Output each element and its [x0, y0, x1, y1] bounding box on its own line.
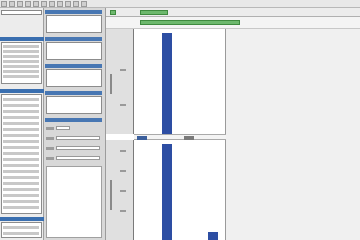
field-label: [46, 137, 54, 140]
chart-panel-bottom: [134, 140, 226, 240]
cut-icon[interactable]: [33, 1, 39, 7]
list-item[interactable]: [3, 170, 39, 173]
options-header: [45, 118, 102, 122]
list-item[interactable]: [3, 65, 39, 68]
list-item[interactable]: [3, 98, 39, 101]
list-item[interactable]: [3, 176, 39, 179]
bar-bottom-1: [162, 144, 172, 240]
bar-top-1: [162, 33, 172, 134]
y-axis-label: [110, 180, 112, 210]
field-label: [46, 127, 54, 130]
list-item[interactable]: [3, 152, 39, 155]
save-icon[interactable]: [17, 1, 23, 7]
x-axis-header: [45, 10, 102, 14]
list-item[interactable]: [3, 104, 39, 107]
variables-header: [0, 37, 44, 41]
y-tick-label: [120, 210, 126, 212]
list-item[interactable]: [3, 194, 39, 197]
options-panel: [44, 8, 106, 240]
notes-area[interactable]: [46, 166, 102, 238]
functions-header: [0, 217, 44, 221]
variable-sidebar: [0, 8, 44, 240]
panel-header: [45, 91, 102, 95]
refresh-icon[interactable]: [65, 1, 71, 7]
chart-panel-top: [134, 29, 226, 134]
y-tick-label: [120, 150, 126, 152]
y-axis-label: [110, 74, 112, 94]
list-item[interactable]: [3, 122, 39, 125]
copy-icon[interactable]: [41, 1, 47, 7]
list-item[interactable]: [3, 206, 39, 209]
y-axis-strip: [106, 29, 134, 134]
list-item[interactable]: [3, 164, 39, 167]
field-label: [46, 147, 54, 150]
y-axis-strip: [106, 140, 134, 240]
y-tick-label: [120, 170, 126, 172]
run-button[interactable]: [110, 10, 116, 15]
list-item[interactable]: [3, 75, 39, 78]
list-item[interactable]: [3, 140, 39, 143]
dataset-select[interactable]: [1, 10, 42, 15]
x-axis-dropzone[interactable]: [46, 15, 102, 33]
main-toolbar: [0, 0, 360, 8]
list-item[interactable]: [3, 188, 39, 191]
settings-icon[interactable]: [73, 1, 79, 7]
fields-header: [0, 89, 44, 93]
list-item[interactable]: [3, 182, 39, 185]
option-field[interactable]: [56, 136, 100, 140]
y-tick-label: [120, 190, 126, 192]
plot-toolbar: [106, 17, 360, 29]
plot-header: [106, 8, 360, 17]
option-select[interactable]: [56, 126, 70, 130]
list-item[interactable]: [3, 110, 39, 113]
list-item[interactable]: [3, 232, 39, 235]
group-header: [45, 64, 102, 68]
y-tick-label: [120, 104, 126, 106]
list-item[interactable]: [3, 134, 39, 137]
list-item[interactable]: [3, 60, 39, 63]
variables-list[interactable]: [1, 42, 42, 84]
list-item[interactable]: [3, 116, 39, 119]
plot-margin: [226, 29, 360, 240]
group-dropzone[interactable]: [46, 69, 102, 87]
list-item[interactable]: [3, 200, 39, 203]
y-axis-dropzone[interactable]: [46, 42, 102, 60]
list-item[interactable]: [3, 158, 39, 161]
option-field[interactable]: [56, 146, 100, 150]
field-label: [46, 157, 54, 160]
plot-title-bar[interactable]: [140, 20, 240, 25]
list-item[interactable]: [3, 146, 39, 149]
print-icon[interactable]: [25, 1, 31, 7]
option-field[interactable]: [56, 156, 100, 160]
y-axis-header: [45, 37, 102, 41]
panel-dropzone[interactable]: [46, 96, 102, 114]
list-item[interactable]: [3, 70, 39, 73]
y-tick-label: [120, 69, 126, 71]
zoom-icon[interactable]: [57, 1, 63, 7]
functions-list[interactable]: [1, 222, 42, 238]
help-icon[interactable]: [81, 1, 87, 7]
plot-area: [106, 8, 360, 240]
plot-tab[interactable]: [140, 10, 168, 15]
list-item[interactable]: [3, 45, 39, 48]
fields-list[interactable]: [1, 94, 42, 214]
list-item[interactable]: [3, 50, 39, 53]
list-item[interactable]: [3, 128, 39, 131]
open-icon[interactable]: [9, 1, 15, 7]
list-item[interactable]: [3, 55, 39, 58]
file-icon[interactable]: [1, 1, 7, 7]
paste-icon[interactable]: [49, 1, 55, 7]
bar-bottom-2: [208, 232, 218, 240]
list-item[interactable]: [3, 226, 39, 229]
